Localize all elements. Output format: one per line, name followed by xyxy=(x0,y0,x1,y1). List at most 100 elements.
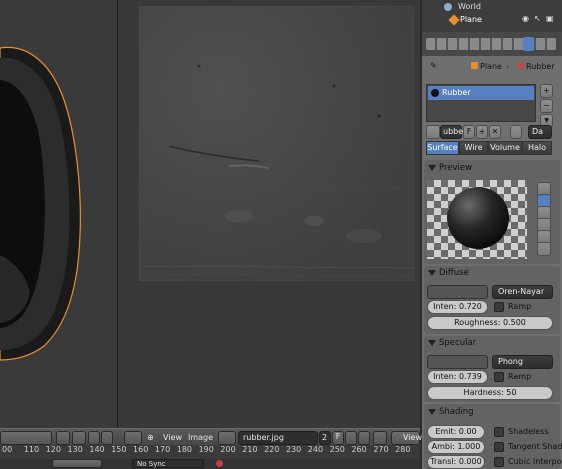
diffuse-ramp-checkbox[interactable] xyxy=(494,302,504,312)
specular-color-swatch[interactable] xyxy=(427,355,488,369)
tangent-shading-checkbox[interactable] xyxy=(494,442,504,452)
timeline-tick-label: 240 xyxy=(307,445,324,454)
preview-panel-header[interactable]: Preview xyxy=(426,163,558,179)
sync-mode-select[interactable]: No Sync xyxy=(132,459,204,468)
tab-volume[interactable]: Volume xyxy=(488,141,522,155)
fake-user-button[interactable]: F xyxy=(332,431,344,445)
tab-halo[interactable]: Halo xyxy=(522,141,552,155)
properties-editor[interactable]: World Plane ◉ ↖ ▣ ✎ Plane › Rubber Rubbe… xyxy=(422,0,562,469)
diffuse-color-swatch[interactable] xyxy=(427,285,488,299)
breadcrumb-object: Plane xyxy=(480,62,502,71)
specular-title: Specular xyxy=(439,338,477,348)
timeline-tick-label: 270 xyxy=(373,445,389,454)
cubic-interpolation-label: Cubic Interpol xyxy=(508,457,562,466)
render-camera-icon[interactable]: ▣ xyxy=(546,14,554,23)
timeline-tick-label: 00 xyxy=(2,445,13,454)
layer-buttons[interactable] xyxy=(0,431,52,445)
specular-shader-select[interactable]: Phong xyxy=(492,355,553,369)
pin-icon[interactable] xyxy=(373,431,387,445)
new-material-icon[interactable]: + xyxy=(476,125,488,139)
rubber-texture-image xyxy=(139,6,414,281)
timeline-tick-label: 250 xyxy=(329,445,345,454)
breadcrumb-separator: › xyxy=(506,62,510,71)
timeline-controls: No Sync xyxy=(0,459,420,469)
layer-icon[interactable] xyxy=(56,431,70,445)
shading-solid-icon[interactable] xyxy=(72,431,86,445)
mesh-icon xyxy=(448,14,460,26)
timeline-tick-label: 210 xyxy=(242,445,258,454)
properties-context-tabs xyxy=(422,32,562,56)
specular-hardness-field[interactable]: Hardness: 50 xyxy=(427,386,553,400)
material-name-field[interactable]: ubber xyxy=(440,125,466,139)
timeline-tick-label: 200 xyxy=(220,445,236,454)
pin-context-icon[interactable]: ✎ xyxy=(430,61,437,70)
collapse-triangle-icon xyxy=(428,269,436,276)
shading-panel-header[interactable]: Shading xyxy=(426,407,558,423)
selectable-icon[interactable]: ↖ xyxy=(534,14,541,23)
playback-controls[interactable] xyxy=(52,459,102,468)
link-data-select[interactable]: Da xyxy=(528,125,552,139)
material-slot-item[interactable]: Rubber xyxy=(428,86,534,100)
visibility-eye-icon[interactable]: ◉ xyxy=(522,14,529,23)
collapse-triangle-icon xyxy=(428,339,436,346)
editor-type-icon[interactable] xyxy=(124,431,142,445)
pivot-icon[interactable] xyxy=(88,431,100,445)
remove-slot-button[interactable]: − xyxy=(540,99,553,113)
breadcrumb-material: Rubber xyxy=(526,62,555,71)
material-ball-icon xyxy=(431,89,439,97)
specular-intensity-field[interactable]: Inten: 0.739 xyxy=(427,370,488,384)
ambient-field[interactable]: Ambi: 1.000 xyxy=(427,440,485,454)
timeline-tick-label: 130 xyxy=(67,445,83,454)
timeline[interactable]: 00 110 120 130 140 150 160 170 180 190 200 210 220 23… xyxy=(0,445,420,469)
view-mode-select[interactable]: View xyxy=(391,431,422,445)
diffuse-intensity-field[interactable]: Inten: 0.720 xyxy=(427,300,488,314)
tab-wire[interactable]: Wire xyxy=(459,141,488,155)
diffuse-roughness-field[interactable]: Roughness: 0.500 xyxy=(427,316,553,330)
tab-surface[interactable]: Surface xyxy=(426,141,459,155)
unlink-material-icon[interactable]: ✕ xyxy=(489,125,501,139)
outliner-world[interactable]: World xyxy=(458,2,481,11)
timeline-tick-label: 160 xyxy=(133,445,149,454)
shadeless-checkbox[interactable] xyxy=(494,427,504,437)
specular-ramp-checkbox[interactable] xyxy=(494,372,504,382)
specular-ramp-label: Ramp xyxy=(508,372,532,381)
tangent-shading-label: Tangent Shadi xyxy=(508,442,562,451)
new-image-icon[interactable] xyxy=(345,431,357,445)
timeline-tick-label: 220 xyxy=(264,445,280,454)
collapse-icon[interactable]: ⊕ xyxy=(147,433,154,442)
image-name-field[interactable]: rubber.jpg xyxy=(238,431,318,445)
browse-material-icon[interactable] xyxy=(426,125,440,139)
timeline-tick-label: 150 xyxy=(111,445,127,454)
material-slot-name: Rubber xyxy=(442,88,471,97)
node-icon[interactable] xyxy=(510,125,522,139)
image-browse-icon[interactable] xyxy=(218,431,236,445)
diffuse-panel-header[interactable]: Diffuse xyxy=(426,268,558,284)
material-slot-list[interactable]: Rubber xyxy=(426,84,536,122)
outliner[interactable]: World Plane ◉ ↖ ▣ xyxy=(422,0,562,32)
context-tab-icons[interactable] xyxy=(426,38,556,50)
material-preview-render xyxy=(427,180,527,259)
fake-user-button[interactable]: F xyxy=(463,125,475,139)
preview-sky-icon[interactable] xyxy=(537,242,551,256)
record-icon[interactable] xyxy=(216,460,223,467)
3d-viewport[interactable] xyxy=(0,0,117,428)
outliner-plane[interactable]: Plane xyxy=(460,15,482,24)
diffuse-shader-select[interactable]: Oren-Nayar xyxy=(492,285,553,299)
timeline-tick-label: 180 xyxy=(176,445,193,454)
timeline-tick-label: 280 xyxy=(395,445,411,454)
timeline-tick-label: 260 xyxy=(351,445,367,454)
tire-object xyxy=(0,46,81,361)
shading-title: Shading xyxy=(439,407,474,417)
translucency-field[interactable]: Transl: 0.000 xyxy=(427,455,485,469)
view-menu[interactable]: View xyxy=(163,433,182,442)
timeline-tick-label: 230 xyxy=(285,445,302,454)
material-tab-icon[interactable] xyxy=(523,37,534,51)
snap-icon[interactable] xyxy=(101,431,113,445)
unlink-image-icon[interactable] xyxy=(358,431,370,445)
image-menu[interactable]: Image xyxy=(188,433,213,442)
cubic-interpolation-checkbox[interactable] xyxy=(494,457,504,467)
specular-panel-header[interactable]: Specular xyxy=(426,338,558,354)
add-slot-button[interactable]: + xyxy=(540,84,553,98)
image-editor[interactable] xyxy=(118,0,420,428)
emit-field[interactable]: Emit: 0.00 xyxy=(427,425,485,439)
